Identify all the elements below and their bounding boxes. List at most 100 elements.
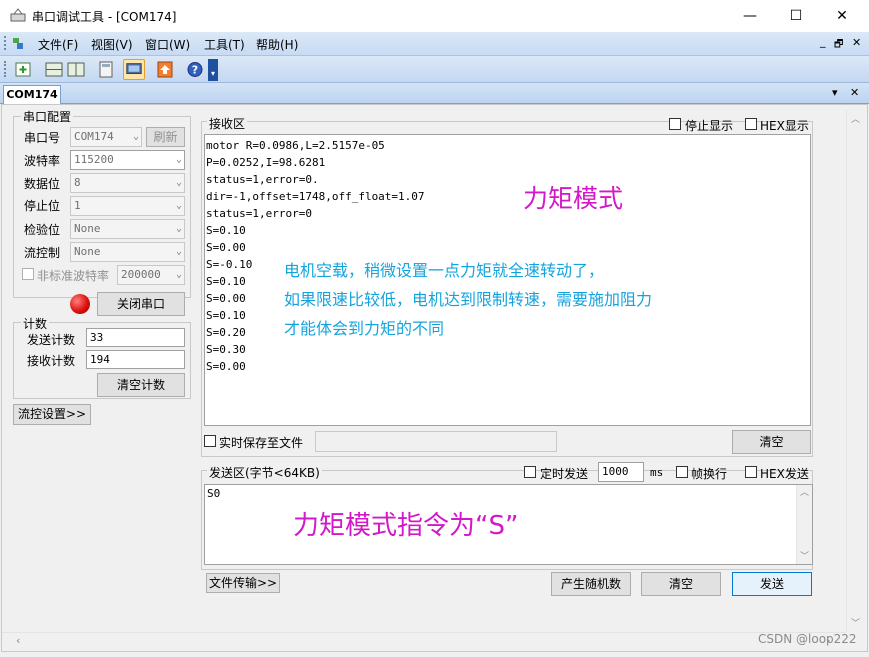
close-port-button[interactable]: 关闭串口 bbox=[97, 292, 185, 316]
port-label: 串口号 bbox=[24, 131, 61, 145]
split-horizontal-icon[interactable] bbox=[43, 59, 65, 80]
stop-display-label: 停止显示 bbox=[685, 119, 734, 133]
nonstd-baud-checkbox[interactable] bbox=[22, 268, 34, 280]
scroll-left-icon[interactable]: ‹ bbox=[16, 634, 20, 647]
mdi-close-button[interactable]: ✕ bbox=[852, 36, 861, 49]
calculator-icon[interactable] bbox=[95, 59, 117, 80]
main-horizontal-scrollbar[interactable]: ‹ › bbox=[2, 632, 846, 649]
annotation-line-3: 才能体会到力矩的不同 bbox=[284, 319, 445, 338]
port-status-indicator bbox=[70, 294, 90, 314]
split-vertical-icon[interactable] bbox=[65, 59, 87, 80]
flow-select[interactable]: None ⌄ bbox=[70, 242, 185, 262]
refresh-button[interactable]: 刷新 bbox=[146, 127, 185, 147]
flow-label: 流控制 bbox=[24, 246, 61, 260]
menu-bar: 文件(F) 视图(V) 窗口(W) 工具(T) 帮助(H) _ 🗗 ✕ bbox=[0, 32, 869, 56]
receive-lines: motor R=0.0986,L=2.5157e-05 P=0.0252,I=9… bbox=[206, 137, 425, 375]
realtime-save-label: 实时保存至文件 bbox=[219, 436, 304, 450]
app-icon bbox=[10, 8, 26, 22]
annotation-command: 力矩模式指令为“S” bbox=[293, 511, 519, 541]
minimize-button[interactable]: — bbox=[727, 0, 773, 32]
toolbar-overflow-icon[interactable]: ▾ bbox=[208, 59, 218, 81]
stopbits-select[interactable]: 1 ⌄ bbox=[70, 196, 185, 216]
send-content: S0 bbox=[207, 487, 221, 500]
receive-title: 接收区 bbox=[207, 115, 248, 132]
frame-newline-checkbox[interactable] bbox=[676, 466, 688, 478]
file-transfer-button[interactable]: 文件传输>> bbox=[206, 573, 280, 593]
counter-title: 计数 bbox=[21, 315, 50, 332]
annotation-torque-mode: 力矩模式 bbox=[523, 184, 624, 213]
tab-dropdown-icon[interactable]: ▾ bbox=[832, 86, 838, 99]
document-tab-bar: COM174 ▾ ✕ bbox=[0, 83, 869, 104]
send-button[interactable]: 发送 bbox=[732, 572, 812, 596]
menu-tools[interactable]: 工具(T) bbox=[204, 36, 245, 53]
send-title: 发送区(字节<64KB) bbox=[207, 464, 322, 481]
random-number-button[interactable]: 产生随机数 bbox=[551, 572, 631, 596]
scroll-down-icon[interactable]: ﹀ bbox=[800, 549, 809, 562]
receive-line: motor R=0.0986,L=2.5157e-05 bbox=[206, 139, 385, 152]
chevron-down-icon: ⌄ bbox=[175, 269, 182, 280]
recv-count-field: 194 bbox=[86, 350, 185, 369]
window-title: 串口调试工具 - [COM174] bbox=[32, 10, 177, 24]
menu-window[interactable]: 窗口(W) bbox=[145, 36, 190, 53]
tab-com174[interactable]: COM174 bbox=[3, 85, 61, 104]
parity-label: 检验位 bbox=[24, 223, 61, 237]
close-button[interactable]: ✕ bbox=[819, 0, 865, 32]
receive-line: S=0.10 bbox=[206, 224, 246, 237]
mdi-minimize-button[interactable]: _ bbox=[820, 35, 826, 48]
new-icon[interactable] bbox=[12, 59, 34, 80]
serial-config-title: 串口配置 bbox=[21, 108, 74, 125]
timed-send-label: 定时发送 bbox=[540, 467, 589, 481]
annotation-line-2: 如果限速比较低，电机达到限制转速，需要施加阻力 bbox=[284, 290, 653, 309]
scroll-down-icon[interactable]: ﹀ bbox=[851, 616, 860, 629]
port-value: COM174 bbox=[74, 130, 114, 143]
send-clear-button[interactable]: 清空 bbox=[641, 572, 721, 596]
menu-file[interactable]: 文件(F) bbox=[38, 36, 78, 53]
receive-line: status=1,error=0. bbox=[206, 173, 319, 186]
receive-line: S=0.00 bbox=[206, 241, 246, 254]
save-path-field[interactable] bbox=[315, 431, 557, 452]
receive-line: status=1,error=0 bbox=[206, 207, 312, 220]
nonstd-baud-value: 200000 bbox=[121, 268, 161, 281]
flow-settings-button[interactable]: 流控设置>> bbox=[13, 404, 91, 425]
monitor-icon[interactable] bbox=[123, 59, 145, 80]
main-vertical-scrollbar[interactable]: ︿ ﹀ bbox=[846, 110, 863, 632]
annotation-line-1: 电机空载，稍微设置一点力矩就全速转动了， bbox=[284, 261, 605, 280]
send-count-field: 33 bbox=[86, 328, 185, 347]
port-select[interactable]: COM174 ⌄ bbox=[70, 127, 142, 147]
help-icon[interactable]: ? bbox=[184, 59, 206, 80]
baud-value: 115200 bbox=[74, 153, 114, 166]
receive-clear-button[interactable]: 清空 bbox=[732, 430, 811, 454]
receive-line: S=0.30 bbox=[206, 343, 246, 356]
upload-icon[interactable] bbox=[154, 59, 176, 80]
hex-send-label: HEX发送 bbox=[760, 467, 809, 481]
mdi-restore-button[interactable]: 🗗 bbox=[834, 37, 843, 54]
hex-send-checkbox[interactable] bbox=[745, 466, 757, 478]
chevron-down-icon: ⌄ bbox=[132, 131, 139, 142]
baud-label: 波特率 bbox=[24, 154, 61, 168]
stop-display-checkbox[interactable] bbox=[669, 118, 681, 130]
parity-select[interactable]: None ⌄ bbox=[70, 219, 185, 239]
send-scrollbar[interactable]: ︿ ﹀ bbox=[796, 485, 812, 564]
menu-view[interactable]: 视图(V) bbox=[91, 36, 133, 53]
baud-select[interactable]: 115200 ⌄ bbox=[70, 150, 185, 170]
frame-newline-label: 帧换行 bbox=[691, 467, 728, 481]
realtime-save-checkbox[interactable] bbox=[204, 435, 216, 447]
timed-send-checkbox[interactable] bbox=[524, 466, 536, 478]
title-bar: 串口调试工具 - [COM174] — ☐ ✕ bbox=[0, 0, 869, 32]
clear-count-button[interactable]: 清空计数 bbox=[97, 373, 185, 397]
scroll-up-icon[interactable]: ︿ bbox=[800, 485, 809, 498]
databits-select[interactable]: 8 ⌄ bbox=[70, 173, 185, 193]
nonstd-baud-select[interactable]: 200000 ⌄ bbox=[117, 265, 185, 285]
tab-close-icon[interactable]: ✕ bbox=[850, 86, 859, 99]
menu-help[interactable]: 帮助(H) bbox=[256, 36, 298, 53]
svg-text:?: ? bbox=[192, 64, 198, 77]
stopbits-label: 停止位 bbox=[24, 199, 61, 213]
chevron-down-icon: ⌄ bbox=[175, 246, 182, 257]
hex-display-checkbox[interactable] bbox=[745, 118, 757, 130]
parity-value: None bbox=[74, 222, 101, 235]
maximize-button[interactable]: ☐ bbox=[773, 0, 819, 32]
scroll-up-icon[interactable]: ︿ bbox=[851, 112, 860, 125]
toolbar-grip bbox=[4, 61, 7, 77]
interval-input[interactable]: 1000 bbox=[598, 462, 644, 482]
watermark: CSDN @loop222 bbox=[758, 632, 857, 646]
